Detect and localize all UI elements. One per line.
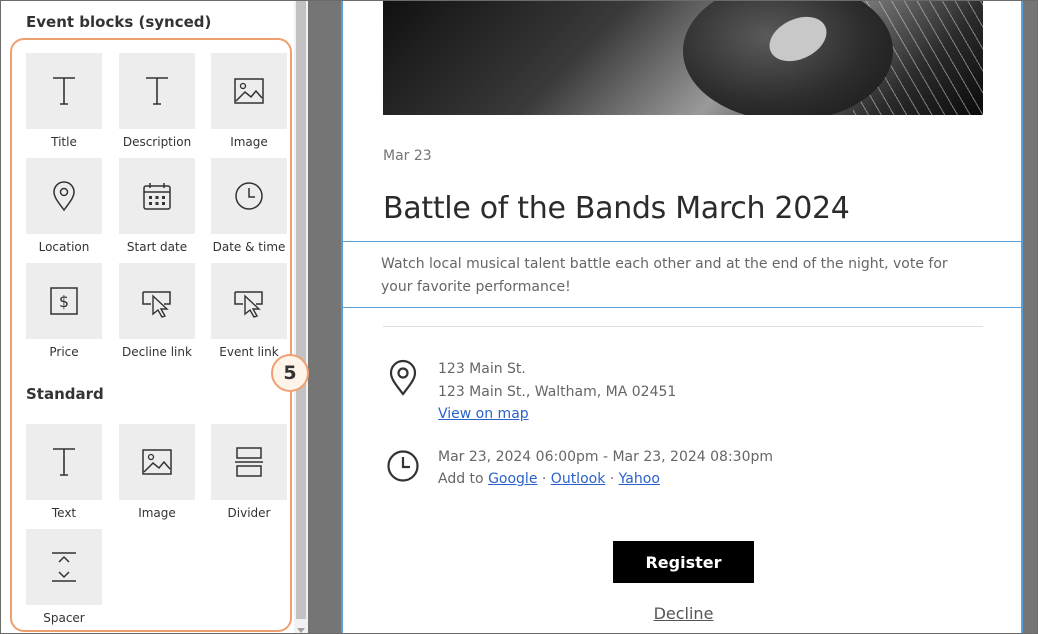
clock-icon xyxy=(387,450,419,482)
block-label: Decline link xyxy=(122,345,192,359)
outlook-calendar-link[interactable]: Outlook xyxy=(551,471,606,487)
block-label: Start date xyxy=(126,240,188,254)
location-pin-icon xyxy=(53,181,75,212)
event-datetime: Mar 23, 2024 06:00pm - Mar 23, 2024 08:3… xyxy=(438,449,774,465)
calendar-icon xyxy=(143,183,171,210)
block-price[interactable]: $ Price xyxy=(26,263,102,359)
block-label: Text xyxy=(51,506,77,520)
block-event-link[interactable]: Event link xyxy=(211,263,287,359)
block-spacer[interactable]: Spacer xyxy=(26,529,102,625)
location-pin-icon xyxy=(389,359,417,396)
event-title[interactable]: Battle of the Bands March 2024 xyxy=(383,191,850,226)
block-label: Price xyxy=(49,345,79,359)
google-calendar-link[interactable]: Google xyxy=(488,471,537,487)
location-name: 123 Main St. xyxy=(438,361,526,377)
cursor-click-icon xyxy=(234,291,263,318)
block-location[interactable]: Location xyxy=(26,158,102,254)
block-standard-image[interactable]: Image xyxy=(119,424,195,520)
block-label: Divider xyxy=(227,506,271,520)
divider-line xyxy=(383,326,983,327)
block-label: Title xyxy=(51,135,77,149)
block-divider[interactable]: Divider xyxy=(211,424,287,520)
block-label: Date & time xyxy=(212,240,286,254)
panel-scrollbar[interactable] xyxy=(294,1,308,633)
standard-heading: Standard xyxy=(26,385,104,403)
svg-text:$: $ xyxy=(59,292,69,311)
clock-icon xyxy=(235,182,263,210)
block-decline-link[interactable]: Decline link xyxy=(119,263,195,359)
yahoo-calendar-link[interactable]: Yahoo xyxy=(619,471,660,487)
step-badge: 5 xyxy=(271,354,309,392)
scroll-thumb[interactable] xyxy=(296,1,306,619)
app-frame: Event blocks (synced) Title Description … xyxy=(0,0,1038,634)
block-label: Location xyxy=(38,240,90,254)
divider-icon xyxy=(235,447,263,477)
event-blocks-heading: Event blocks (synced) xyxy=(26,13,212,31)
text-t-icon xyxy=(53,77,75,105)
register-button[interactable]: Register xyxy=(613,541,754,583)
image-icon xyxy=(234,78,264,104)
description-block[interactable]: Watch local musical talent battle each o… xyxy=(341,241,1023,308)
blocks-panel: Event blocks (synced) Title Description … xyxy=(1,1,294,633)
spacer-icon xyxy=(52,552,76,582)
block-label: Image xyxy=(138,506,176,520)
block-label: Description xyxy=(122,135,192,149)
view-on-map-link[interactable]: View on map xyxy=(438,406,529,422)
dollar-icon: $ xyxy=(50,287,78,315)
block-title[interactable]: Title xyxy=(26,53,102,149)
hero-image[interactable] xyxy=(383,1,983,115)
text-t-icon xyxy=(146,77,168,105)
text-t-icon xyxy=(53,448,75,476)
email-preview: Mar 23 Battle of the Bands March 2024 Wa… xyxy=(341,1,1023,633)
location-address: 123 Main St., Waltham, MA 02451 xyxy=(438,384,677,400)
block-text[interactable]: Text xyxy=(26,424,102,520)
block-label: Image xyxy=(230,135,268,149)
decline-link[interactable]: Decline xyxy=(613,604,754,623)
block-image[interactable]: Image xyxy=(211,53,287,149)
scroll-down-arrow-icon[interactable] xyxy=(297,628,305,633)
event-date-short[interactable]: Mar 23 xyxy=(383,148,432,164)
separator: · xyxy=(609,471,615,487)
block-label: Spacer xyxy=(43,611,85,625)
event-description: Watch local musical talent battle each o… xyxy=(381,256,948,295)
cursor-click-icon xyxy=(142,291,171,318)
block-date-time[interactable]: Date & time xyxy=(211,158,287,254)
image-icon xyxy=(142,449,172,475)
add-to-label: Add to xyxy=(438,471,484,487)
block-description[interactable]: Description xyxy=(119,53,195,149)
block-start-date[interactable]: Start date xyxy=(119,158,195,254)
separator: · xyxy=(541,471,547,487)
add-to-calendar: Add to Google · Outlook · Yahoo xyxy=(438,471,660,487)
